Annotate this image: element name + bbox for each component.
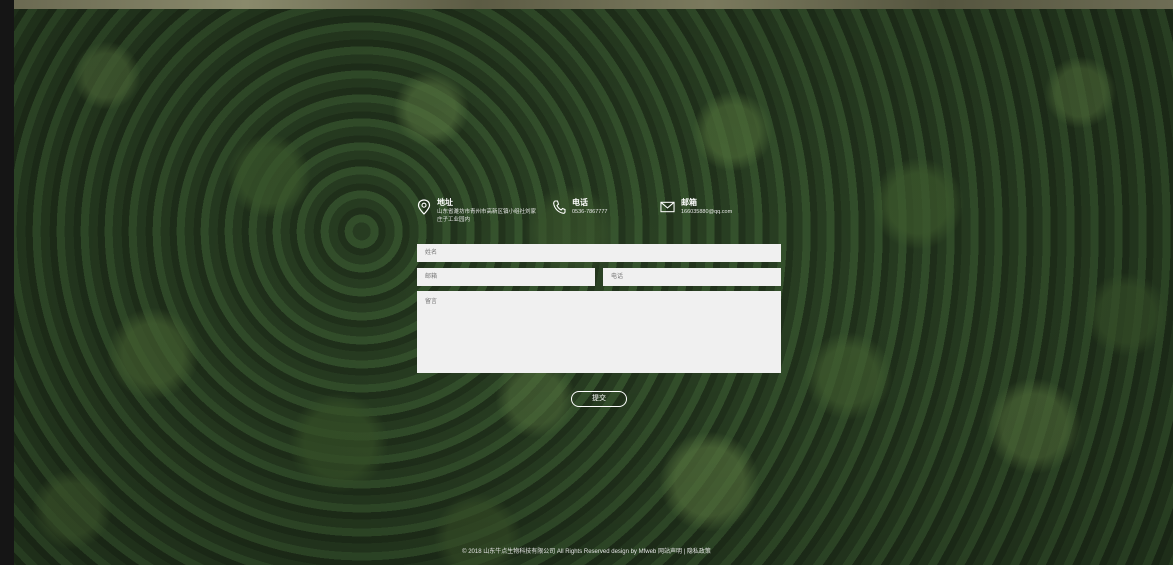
contact-address: 地址 山东省潍坊市青州市高新区镇小组社刘家庄子工业园内 [417,197,537,224]
privacy-link[interactable]: 隐私政策 [687,549,711,555]
phone-icon [553,200,566,214]
address-text: 山东省潍坊市青州市高新区镇小组社刘家庄子工业园内 [437,209,537,223]
phone-input[interactable] [603,268,781,286]
phone-text: 0536-7867777 [572,209,608,215]
envelope-icon [660,201,675,213]
address-title: 地址 [437,198,453,207]
footer: © 2018 山东牛点生物科技有限公司 All Rights Reserved … [0,546,1173,555]
email-input[interactable] [417,268,595,286]
email-title: 邮箱 [681,198,697,207]
email-text: 166035880@qq.com [681,209,733,215]
legal-link[interactable]: 网站声明 [658,549,682,555]
copyright-text: © 2018 山东牛点生物科技有限公司 All Rights Reserved … [462,549,657,555]
submit-button[interactable]: 提交 [571,391,627,407]
contact-email: 邮箱 166035880@qq.com [660,197,781,216]
message-textarea[interactable] [417,291,781,373]
top-image-strip [14,0,1173,9]
footer-divider: | [683,549,686,555]
name-input[interactable] [417,244,781,262]
background-overlay [14,9,1173,565]
location-pin-icon [417,199,431,215]
phone-title: 电话 [572,198,588,207]
contact-phone: 电话 0536-7867777 [552,197,672,216]
